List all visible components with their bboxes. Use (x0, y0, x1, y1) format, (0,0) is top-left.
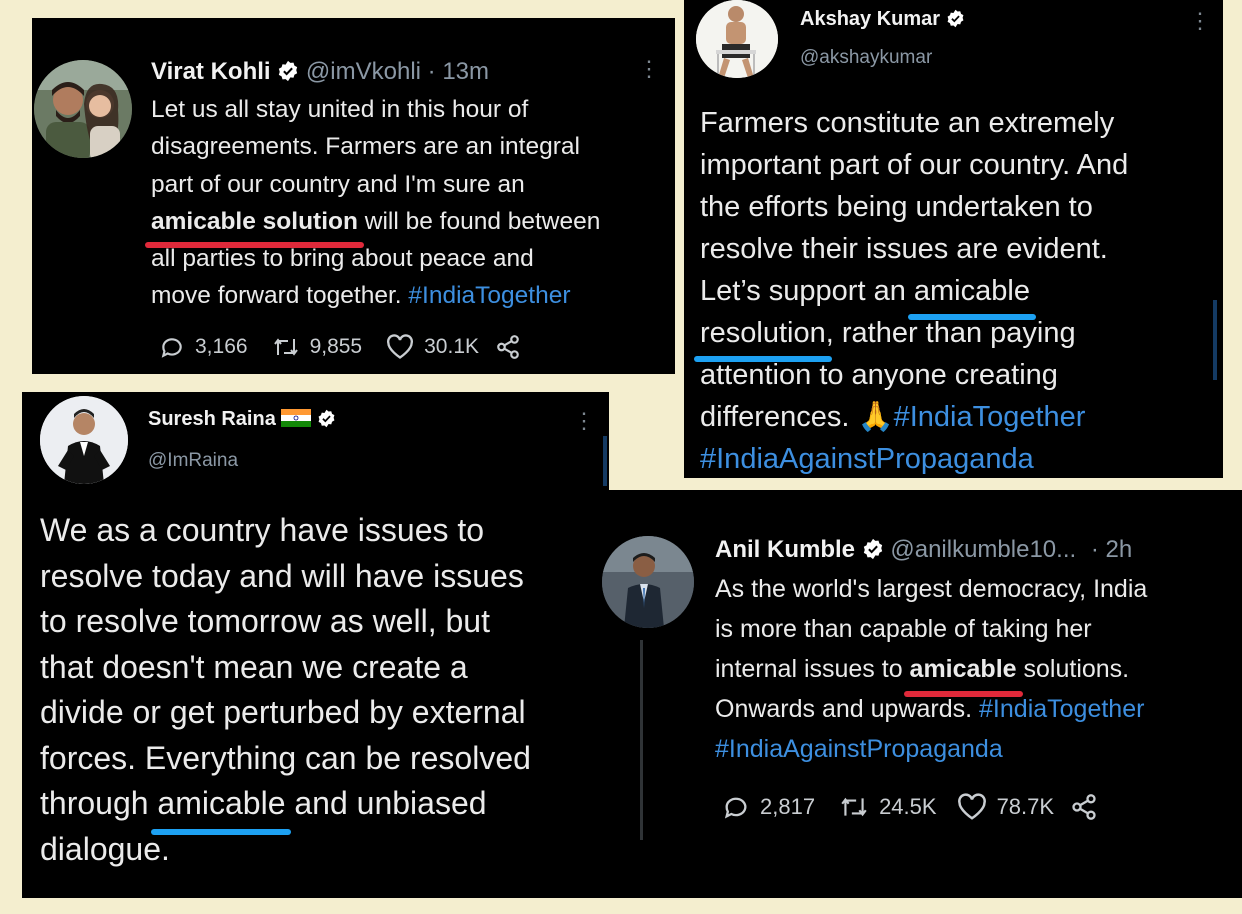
highlight-amicable-solution: amicable solution (145, 203, 364, 249)
more-options-icon[interactable]: ⋮ (573, 410, 595, 432)
scroll-edge (1213, 300, 1217, 380)
tweet-line: move forward together. #IndiaTogether (151, 282, 571, 310)
share-button[interactable] (495, 334, 521, 360)
retweet-count: 9,855 (309, 335, 363, 358)
tweet-text-kumble: As the world's largest democracy, India … (715, 569, 1147, 769)
tweet-text-akshay: Farmers constitute an extremely importan… (694, 102, 1129, 478)
tweet-line: amicable solution will be found between (145, 203, 600, 249)
share-icon (497, 335, 519, 359)
author-name-kumble[interactable]: Anil Kumble @anilkumble10... · 2h (715, 536, 1132, 564)
author-name-raina[interactable]: Suresh Raina (148, 408, 336, 431)
tweet-line: Let us all stay united in this hour of (151, 96, 529, 123)
tweet-line: #IndiaAgainstPropaganda (700, 438, 1128, 478)
tweet-actions-kohli: 3,166 9,855 30.1K (159, 334, 521, 360)
avatar-akshay[interactable] (696, 0, 778, 78)
like-icon (387, 334, 414, 359)
hashtag-link[interactable]: #IndiaTogether (408, 282, 570, 309)
author-handle-kumble[interactable]: @anilkumble10... (890, 536, 1076, 563)
highlight-amicable: amicable (903, 649, 1023, 697)
verified-badge-icon (947, 9, 964, 27)
reply-button[interactable]: 3,166 (159, 334, 248, 360)
tweet-card-kumble[interactable]: Anil Kumble @anilkumble10... · 2h As the… (602, 490, 1242, 898)
verified-badge-icon (863, 538, 882, 559)
tweet-line: resolve today and will have issues (40, 557, 524, 594)
tweet-line: #IndiaAgainstPropaganda (715, 729, 1147, 769)
share-icon (1072, 794, 1096, 820)
avatar-kumble[interactable] (602, 536, 694, 628)
reply-count: 2,817 (760, 794, 816, 819)
tweet-line: part of our country and I'm sure an (151, 170, 525, 198)
tweet-card-kohli[interactable]: Virat Kohli @imVkohli · 13m ⋮ Let us all… (32, 18, 675, 374)
author-handle-raina[interactable]: @ImRaina (148, 450, 238, 472)
highlight-amicable: amicable (151, 781, 292, 834)
share-button[interactable] (1070, 793, 1098, 821)
reply-icon (161, 338, 182, 358)
tweet-line: forces. Everything can be resolved (40, 739, 531, 776)
tweet-line: to resolve tomorrow as well, but (40, 603, 490, 639)
india-flag-icon (281, 409, 312, 428)
hashtag-link[interactable]: #IndiaAgainstPropaganda (700, 443, 1034, 475)
timestamp-kumble[interactable]: · 2h (1091, 536, 1132, 563)
highlight-resolution: resolution (694, 312, 832, 362)
tweet-line: Let’s support an amicable (700, 270, 1128, 320)
reply-button[interactable]: 2,817 (722, 793, 815, 821)
tweet-line: We as a country have issues to (40, 512, 485, 548)
tweet-line: that doesn't mean we create a (40, 648, 468, 685)
reply-icon (724, 797, 747, 819)
hashtag-link[interactable]: #IndiaAgainstPropaganda (715, 735, 1003, 763)
tweet-card-raina[interactable]: Suresh Raina @ImRaina ⋮ We as a country … (22, 392, 609, 898)
tweet-text-raina: We as a country have issues to resolve t… (40, 508, 531, 872)
timestamp-kohli[interactable]: · 13m (428, 58, 489, 85)
author-name-akshay[interactable]: Akshay Kumar (800, 8, 965, 31)
like-icon (957, 793, 986, 820)
tweet-line: disagreements. Farmers are an integral (151, 133, 580, 161)
tweet-text-kohli: Let us all stay united in this hour of d… (145, 91, 600, 315)
tweet-line: through amicable and unbiased (40, 781, 531, 834)
more-options-icon[interactable]: ⋮ (1189, 10, 1211, 32)
verified-badge-icon (318, 409, 335, 427)
tweet-line: is more than capable of taking her (715, 615, 1092, 643)
retweet-icon (273, 338, 298, 356)
like-button[interactable]: 78.7K (957, 793, 1055, 821)
author-handle-kohli[interactable]: @imVkohli (306, 58, 421, 85)
tweet-line: the efforts being undertaken to (700, 191, 1093, 223)
author-handle-akshay[interactable]: @akshaykumar (800, 47, 932, 69)
avatar-kohli[interactable] (34, 60, 132, 158)
scroll-edge (603, 436, 607, 486)
tweet-line: As the world's largest democracy, India (715, 575, 1148, 603)
reply-count: 3,166 (195, 335, 248, 358)
retweet-button[interactable]: 9,855 (272, 335, 363, 359)
tweet-line: differences. 🙏#IndiaTogether (700, 401, 1086, 433)
folded-hands-emoji: 🙏 (857, 401, 894, 433)
tweet-line: internal issues to amicable solutions. (715, 649, 1147, 697)
tweet-line: important part of our country. And (700, 149, 1129, 181)
avatar-raina[interactable] (40, 396, 128, 484)
like-count: 78.7K (996, 794, 1055, 819)
tweet-line: Farmers constitute an extremely (700, 107, 1115, 139)
like-button[interactable]: 30.1K (386, 334, 479, 360)
retweet-count: 24.5K (879, 794, 937, 819)
retweet-button[interactable]: 24.5K (839, 794, 937, 820)
author-name-kohli[interactable]: Virat Kohli @imVkohli · 13m (151, 58, 489, 86)
thread-line (640, 640, 643, 840)
hashtag-link[interactable]: #IndiaTogether (894, 401, 1086, 433)
retweet-icon (841, 797, 867, 817)
hashtag-link[interactable]: #IndiaTogether (979, 695, 1144, 723)
tweet-card-akshay[interactable]: Akshay Kumar @akshaykumar ⋮ Farmers cons… (684, 0, 1223, 478)
like-count: 30.1K (424, 335, 480, 358)
verified-badge-icon (279, 60, 298, 81)
tweet-actions-kumble: 2,817 24.5K 78.7K (722, 793, 1098, 821)
highlight-amicable: amicable (907, 270, 1037, 320)
tweet-line: divide or get perturbed by external (40, 694, 526, 730)
tweet-line: resolve their issues are evident. (700, 233, 1108, 265)
more-options-icon[interactable]: ⋮ (638, 58, 660, 80)
